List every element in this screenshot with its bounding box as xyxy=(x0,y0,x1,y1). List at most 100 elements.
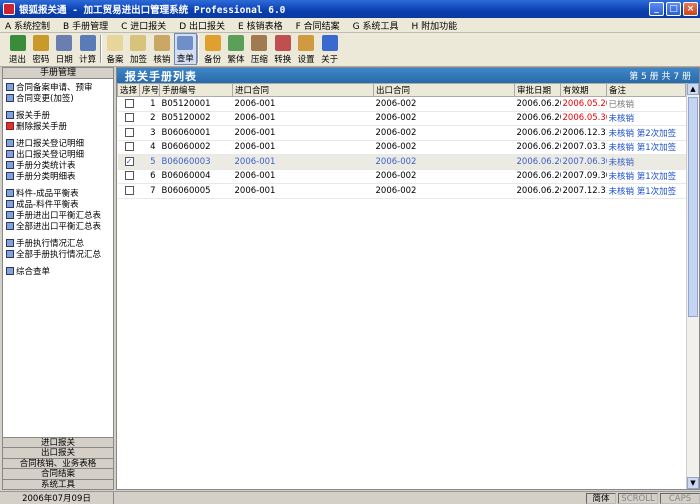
menu-item-7[interactable]: H 附加功能 xyxy=(406,19,465,32)
minimize-button[interactable]: _ xyxy=(649,2,664,16)
document-icon xyxy=(6,210,14,219)
row-checkbox[interactable] xyxy=(124,127,134,137)
sidebar-tab[interactable]: 出口报关 xyxy=(3,447,113,458)
sidebar-item[interactable]: 成品-料件平衡表 xyxy=(3,198,113,210)
toolbar-button-0[interactable]: 退出 xyxy=(6,33,29,65)
sidebar-item[interactable]: 合同变更(加签) xyxy=(3,92,113,104)
column-header[interactable]: 进口合同 xyxy=(232,83,374,97)
column-header[interactable]: 选择 xyxy=(117,83,140,97)
document-icon xyxy=(6,221,14,230)
sidebar-tab[interactable]: 合同核销、业务表格 xyxy=(3,457,113,468)
title-bar: 银狐报关通 - 加工贸易进出口管理系统 Professional 6.0 _ □… xyxy=(0,0,700,18)
calculator-icon xyxy=(79,35,96,51)
table-row[interactable]: 7 B06060005 2006-001 2006-002 2006.06.20 2007… xyxy=(117,183,686,199)
toolbar-button-6[interactable]: 核销 xyxy=(150,33,173,65)
sidebar-item[interactable]: 合同备案申请、预审 xyxy=(3,81,113,93)
toolbar-label: 备份 xyxy=(204,55,222,65)
sidebar-header[interactable]: 手册管理 xyxy=(3,68,113,79)
toolbar-button-10[interactable]: 压缩 xyxy=(248,33,271,65)
document-icon xyxy=(6,238,14,247)
scroll-up-button[interactable]: ▲ xyxy=(687,83,699,95)
sidebar-item[interactable]: 全部手册执行情况汇总 xyxy=(3,248,113,260)
column-header[interactable]: 序号 xyxy=(139,83,160,97)
table-row[interactable]: ✓ 5 B06060003 2006-001 2006-002 2006.06.20 200… xyxy=(117,154,686,170)
row-checkbox[interactable]: ✓ xyxy=(124,156,134,166)
menu-item-3[interactable]: D 出口报关 xyxy=(174,19,233,32)
vertical-scrollbar[interactable]: ▲ ▼ xyxy=(686,83,699,489)
menu-item-5[interactable]: F 合同结案 xyxy=(291,19,348,32)
sidebar-item[interactable]: 手册分类统计表 xyxy=(3,159,113,171)
menu-item-0[interactable]: A 系统控制 xyxy=(0,19,58,32)
close-button[interactable]: × xyxy=(683,2,698,16)
column-header[interactable]: 出口合同 xyxy=(373,83,515,97)
column-header[interactable]: 手册编号 xyxy=(159,83,233,97)
row-number: 2 xyxy=(139,111,160,126)
sidebar-item[interactable]: 全部进出口平衡汇总表 xyxy=(3,220,113,232)
row-checkbox[interactable] xyxy=(124,113,134,123)
sidebar-tab[interactable]: 系统工具 xyxy=(3,478,113,489)
select-cell: ✓ xyxy=(117,154,140,170)
main-panel: 报关手册列表 第 5 册 共 7 册 选择 序号 手册编号 进口合同 出口合同 审批日期有… xyxy=(116,67,700,490)
note: 未核销 xyxy=(606,111,686,126)
sidebar-item[interactable]: 删除报关手册 xyxy=(3,120,113,132)
column-header[interactable]: 备注 xyxy=(606,83,686,97)
toolbar-button-5[interactable]: 加签 xyxy=(127,33,150,65)
toolbar-button-9[interactable]: 繁体 xyxy=(225,33,248,65)
sign-icon xyxy=(130,35,147,51)
document-icon xyxy=(6,188,14,197)
toolbar-button-4[interactable]: 备案 xyxy=(104,33,127,65)
row-checkbox[interactable] xyxy=(124,142,134,152)
page-title: 报关手册列表 xyxy=(125,69,197,83)
menu-item-6[interactable]: G 系统工具 xyxy=(348,19,407,32)
table-body: 1 B05120001 2006-001 2006-002 2006.06.20 2006… xyxy=(117,96,686,199)
toolbar-button-13[interactable]: 关于 xyxy=(318,33,341,65)
scroll-lock-indicator: SCROLL xyxy=(618,492,658,504)
convert-icon xyxy=(274,35,291,51)
status-date: 2006年07月09日 xyxy=(0,492,114,504)
sidebar-tab[interactable]: 合同结案 xyxy=(3,468,113,479)
maximize-button[interactable]: □ xyxy=(666,2,681,16)
table-row[interactable]: 2 B05120002 2006-001 2006-002 2006.06.20 2006… xyxy=(117,111,686,126)
toolbar-button-11[interactable]: 转换 xyxy=(271,33,294,65)
valid-date: 2006.05.20 xyxy=(560,96,607,112)
sidebar-item[interactable]: 料件-成品平衡表 xyxy=(3,187,113,199)
calendar-icon xyxy=(56,35,73,51)
menu-item-1[interactable]: B 手册管理 xyxy=(58,19,116,32)
sidebar-tab[interactable]: 进口报关 xyxy=(3,436,113,447)
table-row[interactable]: 6 B06060004 2006-001 2006-002 2006.06.20 2007… xyxy=(117,169,686,184)
column-header[interactable]: 审批日期 xyxy=(514,83,561,97)
toolbar-button-12[interactable]: 设置 xyxy=(295,33,318,65)
toolbar: 退出 密码 日期 计算 备案 加签 核销 查单 备份 繁体 压缩 转换 设置 关于 xyxy=(0,33,700,67)
row-number: 1 xyxy=(139,96,160,112)
toolbar-separator xyxy=(99,35,102,63)
sidebar-item[interactable]: 出口报关登记明细 xyxy=(3,148,113,160)
record-count: 第 5 册 共 7 册 xyxy=(629,72,691,82)
toolbar-button-8[interactable]: 备份 xyxy=(201,33,224,65)
table-row[interactable]: 3 B06060001 2006-001 2006-002 2006.06.20 2006… xyxy=(117,125,686,141)
sidebar-item[interactable]: 进口报关登记明细 xyxy=(3,137,113,149)
menu-item-2[interactable]: C 进口报关 xyxy=(116,19,174,32)
table-row[interactable]: 4 B06060002 2006-001 2006-002 2006.06.20 2007… xyxy=(117,140,686,155)
row-checkbox[interactable] xyxy=(124,98,134,108)
table-row[interactable]: 1 B05120001 2006-001 2006-002 2006.06.20 2006… xyxy=(117,96,686,112)
scroll-down-button[interactable]: ▼ xyxy=(687,477,699,489)
toolbar-button-1[interactable]: 密码 xyxy=(29,33,52,65)
toolbar-button-3[interactable]: 计算 xyxy=(76,33,99,65)
toolbar-label: 计算 xyxy=(79,55,97,65)
sidebar-item[interactable]: 综合查单 xyxy=(3,265,113,277)
valid-date: 2007.03.31 xyxy=(560,140,607,155)
sidebar-item[interactable]: 报关手册 xyxy=(3,109,113,121)
export-contract: 2006-002 xyxy=(373,140,515,155)
sidebar-item[interactable]: 手册分类明细表 xyxy=(3,170,113,182)
key-icon xyxy=(32,35,49,51)
sidebar-item[interactable]: 手册进出口平衡汇总表 xyxy=(3,209,113,221)
sidebar-item[interactable]: 手册执行情况汇总 xyxy=(3,237,113,249)
toolbar-button-2[interactable]: 日期 xyxy=(53,33,76,65)
row-checkbox[interactable] xyxy=(124,171,134,181)
toolbar-button-7[interactable]: 查单 xyxy=(173,33,197,65)
backup-icon xyxy=(204,35,221,51)
column-header[interactable]: 有效期 xyxy=(560,83,607,97)
scroll-thumb[interactable] xyxy=(688,97,698,317)
menu-item-4[interactable]: E 核销表格 xyxy=(233,19,291,32)
row-checkbox[interactable] xyxy=(124,185,134,195)
